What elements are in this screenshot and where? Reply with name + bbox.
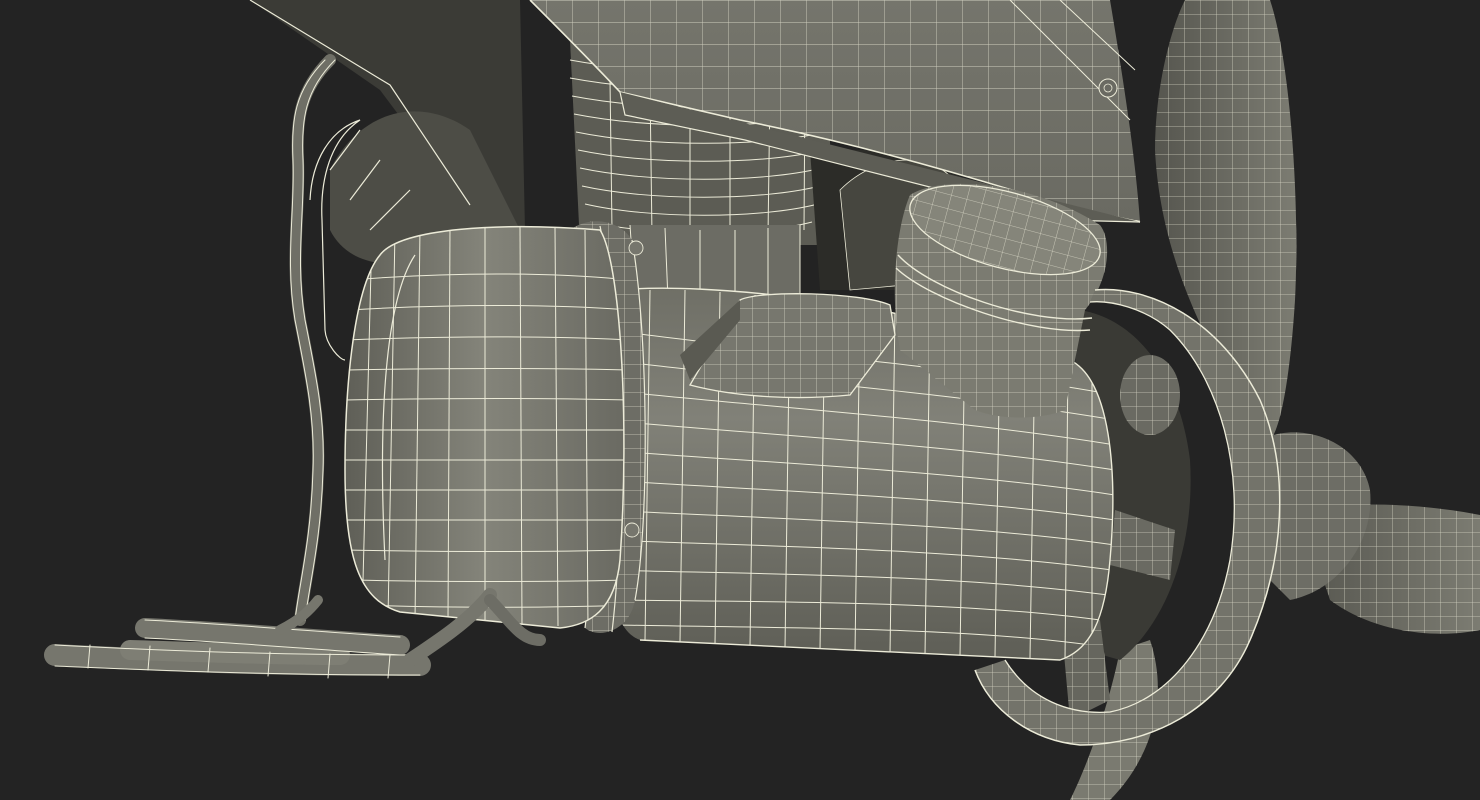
3d-viewport[interactable]	[0, 0, 1480, 800]
wireframe-render	[44, 0, 1480, 800]
end-cap	[344, 225, 625, 629]
